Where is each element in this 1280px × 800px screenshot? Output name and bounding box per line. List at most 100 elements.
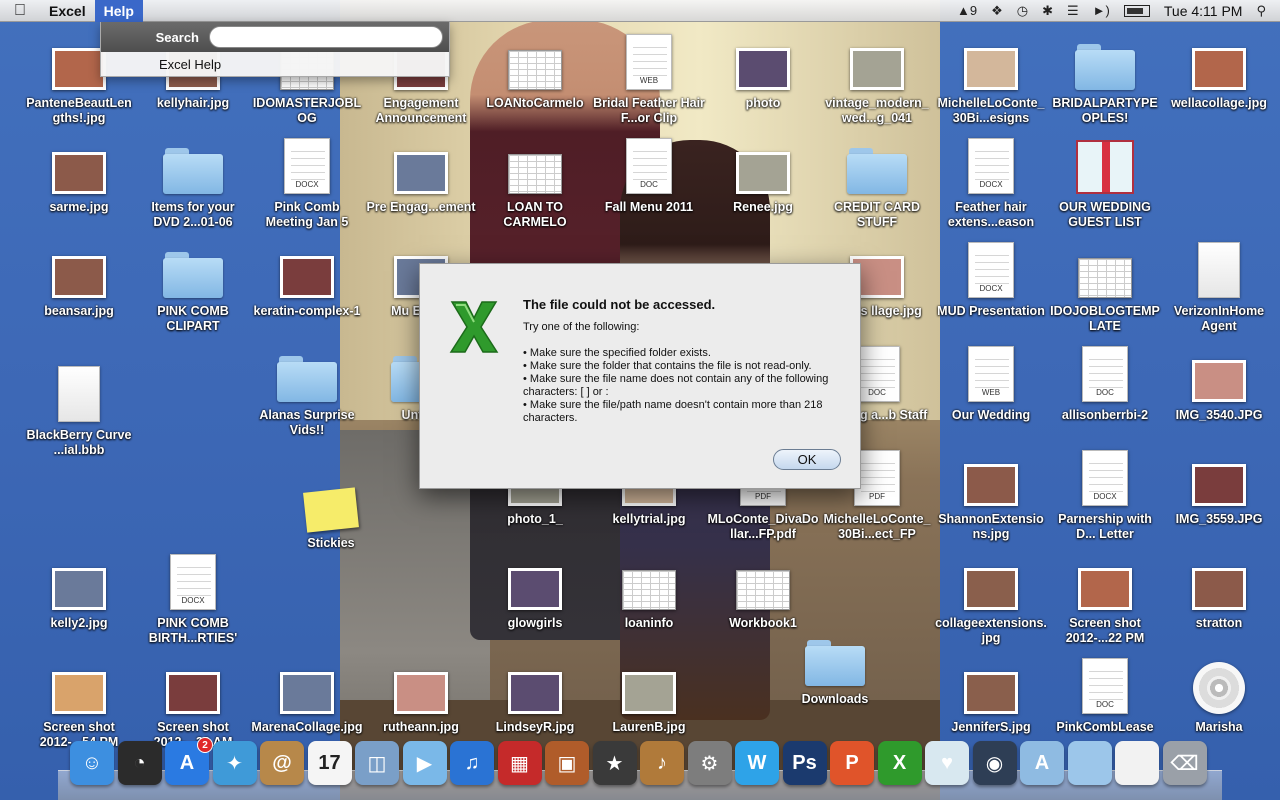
dock-trash-icon[interactable]: ⌫ [1162, 741, 1207, 785]
dock-garageband-icon[interactable]: ♪ [640, 741, 684, 785]
ok-button[interactable]: OK [773, 449, 841, 470]
desktop-icon[interactable]: DOCX MUD Presentation [934, 240, 1048, 319]
dock-gift-icon[interactable]: ♥ [925, 741, 969, 785]
dock-word-icon[interactable]: W [735, 741, 779, 785]
desktop-icon[interactable]: WEB Our Wedding [934, 344, 1048, 423]
desktop-icon[interactable]: IMG_3540.JPG [1162, 344, 1276, 423]
desktop-icon-label: allisonberrbi-2 [1061, 408, 1149, 422]
desktop-icon[interactable]: wellacollage.jpg [1162, 32, 1276, 111]
dock-powerpoint-icon[interactable]: P [830, 741, 874, 785]
menu-item-excel-help[interactable]: Excel Help [101, 52, 449, 77]
desktop-icon[interactable]: CREDIT CARD STUFF [820, 136, 934, 230]
menu-help[interactable]: Help [94, 0, 143, 22]
adobe-icon[interactable]: ▲9 [957, 3, 977, 18]
desktop-icon[interactable]: OUR WEDDING GUEST LIST [1048, 136, 1162, 230]
desktop-icon-label: kelly2.jpg [50, 616, 108, 630]
desktop-icon[interactable]: DOCX Pink Comb Meeting Jan 5 [250, 136, 364, 230]
desktop-icon[interactable]: DOCX Feather hair extens...eason [934, 136, 1048, 230]
bluetooth-icon[interactable]: ✱ [1042, 3, 1053, 19]
help-search-input[interactable] [209, 26, 443, 48]
desktop-icon[interactable]: IDOJOBLOGTEMPLATE [1048, 240, 1162, 334]
desktop-icon[interactable]: sarme.jpg [22, 136, 136, 215]
desktop-icon[interactable]: Screen shot 2012-...22 PM [1048, 552, 1162, 646]
image-thumbnail-icon [964, 568, 1018, 610]
desktop-icon-label: Stickies [307, 536, 355, 550]
desktop-icon[interactable]: DOC Fall Menu 2011 [592, 136, 706, 215]
desktop-icon[interactable]: Workbook1 [706, 552, 820, 631]
battery-icon[interactable] [1123, 4, 1150, 17]
dock-dashboard-icon[interactable]: ◔ [117, 741, 162, 785]
dock-facetime-icon[interactable]: ▶ [402, 741, 447, 785]
dock-safari-icon[interactable]: ✦ [212, 741, 257, 785]
desktop-icon[interactable]: Items for your DVD 2...01-06 [136, 136, 250, 230]
dock-time-machine-icon[interactable]: ◉ [972, 741, 1017, 785]
desktop-icon[interactable]: LOAN TO CARMELO [478, 136, 592, 230]
desktop-icon-label: BRIDALPARTYPEOPLES! [1052, 96, 1158, 125]
desktop-icon[interactable]: Stickies [274, 472, 388, 551]
desktop-icon[interactable]: DOCX Parnership with D... Letter [1048, 448, 1162, 542]
dock-document-stack-icon[interactable] [1115, 741, 1159, 785]
desktop-icon[interactable]: LOANtoCarmelo [478, 32, 592, 111]
desktop-icon[interactable]: photo [706, 32, 820, 111]
desktop-icon[interactable]: BlackBerry Curve ...ial.bbb [22, 364, 136, 458]
desktop-icon[interactable]: MichelleLoConte_30Bi...esigns [934, 32, 1048, 126]
clock[interactable]: Tue 4:11 PM [1164, 3, 1243, 19]
dropbox-icon[interactable]: ❖ [991, 3, 1003, 19]
desktop-icon[interactable]: MarenaCollage.jpg [250, 656, 364, 735]
desktop-icon[interactable]: collageextensions.jpg [934, 552, 1048, 646]
dock-imovie-icon[interactable]: ★ [592, 741, 637, 785]
desktop-icon[interactable]: kelly2.jpg [22, 552, 136, 631]
desktop-icon[interactable]: JenniferS.jpg [934, 656, 1048, 735]
desktop-icon[interactable]: LindseyR.jpg [478, 656, 592, 735]
apple-menu-icon[interactable]:  [0, 2, 40, 20]
desktop-icon[interactable]: Pre Engag...ement [364, 136, 478, 215]
time-machine-icon[interactable]: ◷ [1017, 3, 1028, 19]
desktop-icon[interactable]: LaurenB.jpg [592, 656, 706, 735]
image-thumbnail-icon [1192, 360, 1246, 402]
desktop-icon[interactable]: Downloads [778, 628, 892, 707]
desktop-icon-label: photo [745, 96, 781, 110]
dock-applications-stack-icon[interactable]: A [1020, 741, 1064, 785]
dock-app-store-icon[interactable]: A2 [165, 737, 213, 785]
dock-finder-icon[interactable]: ☺ [70, 741, 114, 785]
spotlight-search-icon[interactable]: ⚲ [1256, 3, 1266, 19]
dock-system-preferences-icon[interactable]: ⚙ [687, 741, 732, 785]
desktop-icon[interactable]: rutheann.jpg [364, 656, 478, 735]
desktop-icon[interactable]: DOCX PINK COMB BIRTH...RTIES' [136, 552, 250, 646]
desktop-icon[interactable]: ShannonExtensions.jpg [934, 448, 1048, 542]
desktop-icon[interactable]: Marisha [1162, 656, 1276, 735]
desktop-icon[interactable]: Screen shot 2012-...36 AM [136, 656, 250, 750]
desktop-icon[interactable]: keratin-complex-1 [250, 240, 364, 319]
image-thumbnail-icon [850, 48, 904, 90]
desktop-icon[interactable]: Screen shot 2012-...54 PM [22, 656, 136, 750]
wifi-icon[interactable]: ☰ [1067, 3, 1079, 19]
dock-excel-icon[interactable]: X [877, 741, 922, 785]
desktop-icon[interactable]: VerizonInHome Agent [1162, 240, 1276, 334]
desktop-icon[interactable]: DOC PinkCombLease [1048, 656, 1162, 735]
desktop-icon-label: IDOJOBLOGTEMPLATE [1050, 304, 1160, 333]
dock-itunes-icon[interactable]: ♫ [450, 741, 494, 785]
image-thumbnail-icon [394, 672, 448, 714]
dock-iphoto-icon[interactable]: ▣ [545, 741, 589, 785]
desktop-icon[interactable]: stratton [1162, 552, 1276, 631]
menu-excel[interactable]: Excel [40, 0, 95, 22]
desktop-icon[interactable]: PINK COMB CLIPART [136, 240, 250, 334]
dock-preview-icon[interactable]: ◫ [355, 741, 399, 785]
dock-documents-stack-icon[interactable] [1067, 741, 1112, 785]
desktop-icon[interactable]: Alanas Surprise Vids!! [250, 344, 364, 438]
desktop-icon[interactable]: Renee.jpg [706, 136, 820, 215]
desktop-icon[interactable]: WEB Bridal Feather Hair F...or Clip [592, 32, 706, 126]
desktop-icon[interactable]: vintage_modern_wed...g_041 [820, 32, 934, 126]
desktop-icon[interactable]: glowgirls [478, 552, 592, 631]
volume-icon[interactable]: ►) [1093, 3, 1110, 18]
dock-photo-booth-icon[interactable]: ▦ [497, 741, 542, 785]
desktop-icon[interactable]: IMG_3559.JPG [1162, 448, 1276, 527]
desktop-icon[interactable]: loaninfo [592, 552, 706, 631]
desktop-icon[interactable]: BRIDALPARTYPEOPLES! [1048, 32, 1162, 126]
dock-photoshop-icon[interactable]: Ps [782, 741, 827, 785]
desktop-icon[interactable]: beansar.jpg [22, 240, 136, 319]
desktop-icon[interactable]: DOC allisonberrbi-2 [1048, 344, 1162, 423]
dock-calendar-icon[interactable]: 17 [307, 741, 352, 785]
dock-address-book-icon[interactable]: @ [260, 741, 304, 785]
image-thumbnail-icon [52, 568, 106, 610]
